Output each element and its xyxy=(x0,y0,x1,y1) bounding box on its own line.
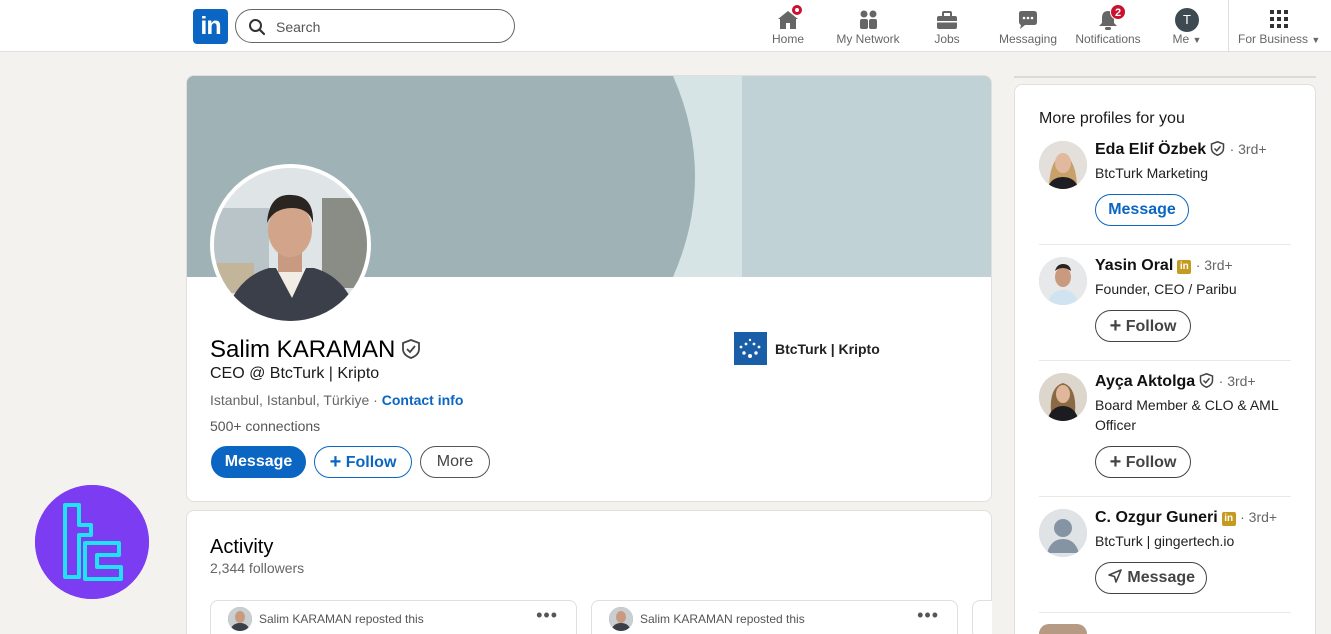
nav-notifications[interactable]: 2 Notifications xyxy=(1073,4,1143,48)
follow-button-label: Follow xyxy=(1125,454,1177,471)
linkedin-logo[interactable]: in xyxy=(193,9,228,44)
nav-me-label: Me xyxy=(1172,32,1190,46)
activity-post-partial[interactable] xyxy=(972,600,992,634)
contact-info-link[interactable]: Contact info xyxy=(382,392,464,408)
profile-name[interactable]: Eda Elif Özbek xyxy=(1095,141,1206,158)
nav-for-business[interactable]: For Business ▼ xyxy=(1238,6,1320,48)
follow-button[interactable]: + Follow xyxy=(1095,446,1191,478)
chevron-down-icon: ▼ xyxy=(1192,35,1202,45)
nav-for-business-label: For Business xyxy=(1238,32,1309,46)
activity-post[interactable]: Salim KARAMAN reposted this ••• xyxy=(591,600,958,634)
network-icon xyxy=(860,10,877,29)
verified-shield-icon xyxy=(1210,141,1225,156)
grid-icon xyxy=(1270,10,1288,28)
post-repost-text: Salim KARAMAN reposted this xyxy=(259,612,424,626)
profile-title: BtcTurk | gingertech.io xyxy=(1095,533,1235,549)
top-nav-bar: in Home My Network Jobs Messaging 2 Noti… xyxy=(0,0,1331,52)
notification-dot xyxy=(791,4,803,16)
plus-icon: + xyxy=(329,451,342,473)
followers-count: 2,344 followers xyxy=(210,560,305,576)
nav-messaging-label: Messaging xyxy=(998,32,1058,46)
connection-degree: · 3rd+ xyxy=(1229,141,1267,157)
connections-count: 500+ connections xyxy=(210,418,321,434)
profile-name[interactable]: Yasin Oral xyxy=(1095,257,1173,274)
nav-notifications-label: Notifications xyxy=(1075,32,1141,46)
follow-button[interactable]: + Follow xyxy=(1095,310,1191,342)
chat-icon xyxy=(1019,11,1037,29)
nav-jobs[interactable]: Jobs xyxy=(925,6,969,48)
profile-avatar xyxy=(1039,624,1087,634)
search-input[interactable] xyxy=(276,17,496,37)
notifications-badge: 2 xyxy=(1110,4,1126,20)
profile-photo-image xyxy=(214,168,367,321)
post-repost-text: Salim KARAMAN reposted this xyxy=(640,612,805,626)
profile-title: BtcTurk Marketing xyxy=(1095,165,1209,181)
linkedin-premium-icon: in xyxy=(1177,260,1192,274)
profile-name-text: Salim KARAMAN xyxy=(210,336,396,363)
profile-name: Salim KARAMAN xyxy=(210,336,421,364)
company-name[interactable]: BtcTurk | Kripto xyxy=(775,341,880,357)
divider xyxy=(1039,360,1291,361)
message-button-label: Message xyxy=(1127,569,1196,586)
profile-name[interactable]: Ayça Aktolga xyxy=(1095,373,1195,390)
search-box[interactable] xyxy=(235,9,515,43)
briefcase-icon xyxy=(937,11,957,29)
post-avatar xyxy=(609,607,633,631)
more-options-icon[interactable]: ••• xyxy=(917,605,939,626)
company-logo[interactable] xyxy=(734,332,767,365)
nav-me[interactable]: T Me ▼ xyxy=(1165,6,1209,48)
linkedin-premium-icon: in xyxy=(1221,512,1236,526)
more-options-icon[interactable]: ••• xyxy=(536,605,558,626)
nav-jobs-label: Jobs xyxy=(934,32,960,46)
nav-divider xyxy=(1228,0,1229,52)
message-button[interactable]: Message xyxy=(1095,562,1207,594)
watermark-logo xyxy=(35,485,149,599)
plus-icon: + xyxy=(1109,315,1122,337)
send-icon xyxy=(1108,569,1122,583)
verified-shield-icon xyxy=(1199,373,1214,388)
nav-home-label: Home xyxy=(771,32,804,46)
nav-home[interactable]: Home xyxy=(764,4,812,48)
tc-logo-icon xyxy=(35,485,149,599)
profile-location: Istanbul, Istanbul, Türkiye · Contact in… xyxy=(210,392,463,408)
divider xyxy=(1039,496,1291,497)
plus-icon: + xyxy=(1109,451,1122,473)
post-avatar xyxy=(228,607,252,631)
connection-degree: · 3rd+ xyxy=(1195,257,1233,273)
connection-degree: · 3rd+ xyxy=(1218,373,1256,389)
more-profiles-title: More profiles for you xyxy=(1039,110,1185,127)
profile-avatar xyxy=(1039,257,1087,305)
activity-title: Activity xyxy=(210,536,274,558)
profile-name[interactable]: C. Ozgur Guneri xyxy=(1095,509,1218,526)
follow-button[interactable]: + Follow xyxy=(314,446,412,478)
profile-title: Board Member & CLO & AML Officer xyxy=(1095,397,1279,433)
message-button[interactable]: Message xyxy=(1095,194,1189,226)
activity-post[interactable]: Salim KARAMAN reposted this ••• xyxy=(210,600,577,634)
location-separator: · xyxy=(369,392,382,408)
profile-avatar xyxy=(1039,373,1087,421)
verified-shield-icon xyxy=(402,339,421,359)
message-button[interactable]: Message xyxy=(211,446,306,478)
sidebar-top-divider xyxy=(1014,76,1316,78)
chevron-down-icon: ▼ xyxy=(1311,35,1321,45)
profile-photo[interactable] xyxy=(210,164,371,325)
connection-degree: · 3rd+ xyxy=(1240,509,1278,525)
nav-my-network-label: My Network xyxy=(836,32,900,46)
profile-headline: CEO @ BtcTurk | Kripto xyxy=(210,365,380,382)
btcturk-logo-icon xyxy=(734,332,767,365)
nav-my-network[interactable]: My Network xyxy=(833,6,903,48)
profile-title: Founder, CEO / Paribu xyxy=(1095,281,1237,297)
divider xyxy=(1039,612,1291,613)
profile-avatar xyxy=(1039,509,1087,557)
avatar-icon: T xyxy=(1175,8,1199,32)
profile-avatar xyxy=(1039,141,1087,189)
follow-button-label: Follow xyxy=(345,454,397,471)
divider xyxy=(1039,244,1291,245)
location-text: Istanbul, Istanbul, Türkiye xyxy=(210,392,370,408)
follow-button-label: Follow xyxy=(1125,318,1177,335)
search-icon xyxy=(249,19,266,36)
nav-messaging[interactable]: Messaging xyxy=(997,6,1059,48)
more-button[interactable]: More xyxy=(420,446,490,478)
